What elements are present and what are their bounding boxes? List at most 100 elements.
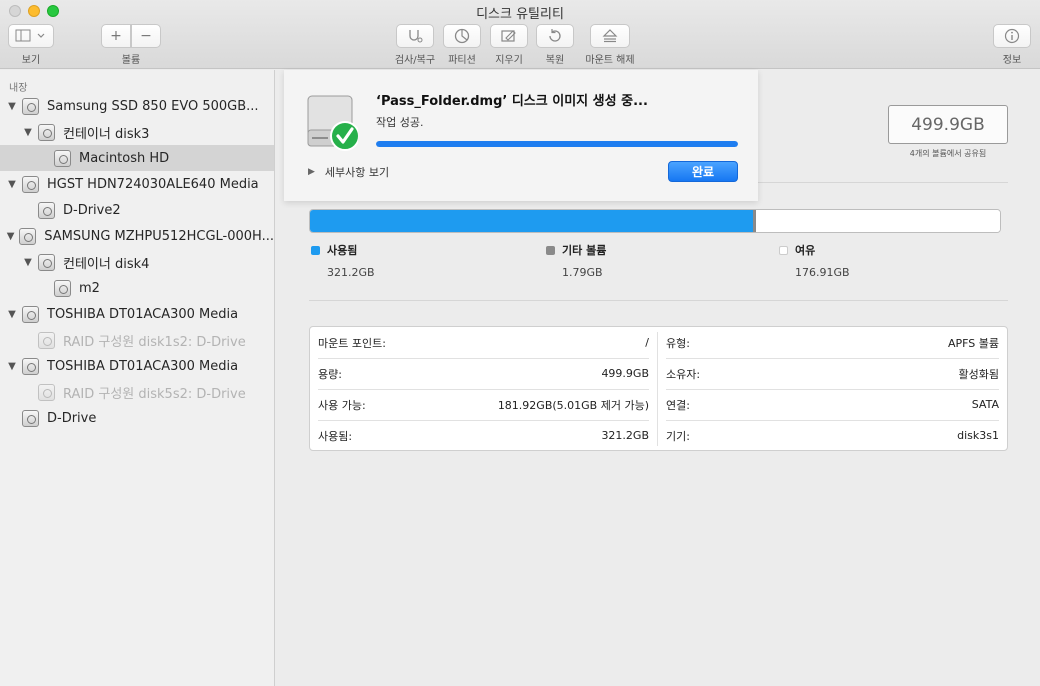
info-label: 소유자: (666, 367, 701, 381)
view-label: 보기 (21, 55, 41, 66)
disk-icon (22, 357, 39, 375)
erase-icon (501, 30, 516, 42)
info-row-mount: 마운트 포인트: / (310, 327, 657, 358)
chevron-down-icon (37, 33, 45, 38)
remove-volume-button[interactable]: − (131, 24, 161, 48)
info-value: disk3s1 (957, 429, 999, 442)
info-row-available: 사용 가능: 181.92GB(5.01GB 제거 가능) (310, 389, 657, 420)
disk-icon (22, 175, 39, 193)
disclosure-triangle-icon[interactable]: ▼ (6, 179, 18, 190)
info-row-used: 사용됨: 321.2GB (310, 420, 657, 451)
sidebar-item[interactable]: ▼ 컨테이너 disk3 (0, 119, 274, 145)
used-segment (310, 210, 754, 232)
sidebar-item[interactable]: Macintosh HD (0, 145, 274, 171)
sidebar-item[interactable]: RAID 구성원 disk5s2: D-Drive (0, 379, 274, 405)
plus-icon: + (110, 28, 122, 44)
erase-button[interactable] (490, 24, 528, 48)
firstaid-label: 검사/복구 (394, 55, 436, 66)
disk-icon (38, 123, 55, 141)
sidebar-item-label: D-Drive (47, 410, 97, 426)
row-divider (666, 389, 999, 390)
partition-button[interactable] (443, 24, 481, 48)
unmount-button[interactable] (590, 24, 630, 48)
row-divider (318, 420, 649, 421)
disk-icon (22, 409, 39, 427)
show-details-toggle[interactable]: ▶ 세부사항 보기 (308, 164, 389, 180)
disk-icon (54, 149, 71, 167)
info-label: 사용됨: (318, 429, 353, 443)
sidebar-section-internal: 내장 (9, 83, 28, 94)
sidebar-item-label: TOSHIBA DT01ACA300 Media (47, 306, 239, 322)
disclosure-triangle-icon: ▶ (308, 167, 315, 177)
disk-icon (38, 383, 55, 401)
progress-fill (376, 141, 738, 147)
toolbar: 디스크 유틸리티 보기 + − 볼륨 검사/복구 파티션 지우기 복원 마운트 … (0, 0, 1040, 69)
sidebar-item[interactable]: ▼ Samsung SSD 850 EVO 500GB... (0, 93, 274, 119)
info-label: 마운트 포인트: (318, 336, 386, 350)
info-value: 321.2GB (601, 429, 649, 442)
sidebar-item-label: 컨테이너 disk3 (63, 126, 150, 142)
used-label: 사용됨 (327, 244, 358, 257)
sidebar: 내장 ▼ Samsung SSD 850 EVO 500GB... ▼ 컨테이너 di… (0, 70, 275, 686)
used-value: 321.2GB (327, 266, 375, 279)
other-label: 기타 볼륨 (562, 244, 607, 257)
view-button[interactable] (8, 24, 54, 48)
done-button[interactable]: 완료 (668, 161, 738, 182)
disk-icon (38, 201, 55, 219)
sidebar-icon (15, 29, 45, 42)
row-divider (666, 420, 999, 421)
sidebar-item[interactable]: ▼ SAMSUNG MZHPU512HCGL-000H... (0, 223, 274, 249)
disk-icon (54, 279, 71, 297)
legend-used: 사용됨 321.2GB (311, 242, 375, 279)
unmount-label: 마운트 해제 (585, 55, 635, 66)
sidebar-item[interactable]: ▼ HGST HDN724030ALE640 Media (0, 171, 274, 197)
minus-icon: − (140, 28, 152, 44)
disclosure-triangle-icon[interactable]: ▼ (6, 361, 18, 372)
sidebar-item-label: Samsung SSD 850 EVO 500GB... (47, 98, 259, 114)
sidebar-item-label: HGST HDN724030ALE640 Media (47, 176, 259, 192)
sheet-status: 작업 성공. (376, 116, 424, 129)
info-row-connection: 연결: SATA (658, 389, 1007, 420)
stethoscope-icon (409, 30, 423, 43)
restore-button[interactable] (536, 24, 574, 48)
sidebar-item[interactable]: ▼ TOSHIBA DT01ACA300 Media (0, 353, 274, 379)
partition-label: 파티션 (448, 55, 476, 66)
free-value: 176.91GB (795, 266, 850, 279)
sidebar-item-label: RAID 구성원 disk1s2: D-Drive (63, 334, 246, 350)
sidebar-item[interactable]: D-Drive (0, 405, 274, 431)
disk-icon (22, 305, 39, 323)
sidebar-item[interactable]: D-Drive2 (0, 197, 274, 223)
info-row-device: 기기: disk3s1 (658, 420, 1007, 451)
sidebar-item[interactable]: ▼ TOSHIBA DT01ACA300 Media (0, 301, 274, 327)
details-label: 세부사항 보기 (324, 166, 390, 179)
firstaid-button[interactable] (396, 24, 434, 48)
info-table: 마운트 포인트: / 용량: 499.9GB 사용 가능: 181.92GB(5… (309, 326, 1008, 451)
disclosure-triangle-icon[interactable]: ▼ (22, 127, 34, 138)
other-value: 1.79GB (562, 266, 603, 279)
disk-icon (22, 97, 39, 115)
progress-sheet: ‘Pass_Folder.dmg’ 디스크 이미지 생성 중... 작업 성공.… (284, 70, 758, 201)
legend-other: 기타 볼륨 1.79GB (546, 242, 606, 279)
restore-icon (549, 29, 561, 42)
restore-label: 복원 (545, 55, 565, 66)
free-segment (755, 210, 1000, 232)
disclosure-triangle-icon[interactable]: ▼ (22, 257, 34, 268)
info-label: 정보 (1002, 55, 1022, 66)
erase-label: 지우기 (495, 55, 523, 66)
sidebar-item-label: 컨테이너 disk4 (63, 256, 150, 272)
sheet-title: ‘Pass_Folder.dmg’ 디스크 이미지 생성 중... (376, 94, 648, 109)
sidebar-item-label: RAID 구성원 disk5s2: D-Drive (63, 386, 246, 402)
sidebar-item-label: Macintosh HD (79, 150, 170, 166)
sidebar-item[interactable]: m2 (0, 275, 274, 301)
info-button[interactable] (993, 24, 1031, 48)
add-volume-button[interactable]: + (101, 24, 131, 48)
disclosure-triangle-icon[interactable]: ▼ (6, 231, 15, 242)
row-divider (318, 358, 649, 359)
sidebar-item[interactable]: ▼ 컨테이너 disk4 (0, 249, 274, 275)
sidebar-item-label: TOSHIBA DT01ACA300 Media (47, 358, 239, 374)
disclosure-triangle-icon[interactable]: ▼ (6, 309, 18, 320)
main-panel: 499.9GB 4개의 볼륨에서 공유됨 사용됨 321.2GB 기타 볼륨 1… (276, 70, 1040, 686)
disclosure-triangle-icon[interactable]: ▼ (6, 101, 18, 112)
info-row-owner: 소유자: 활성화됨 (658, 358, 1007, 389)
sidebar-item[interactable]: RAID 구성원 disk1s2: D-Drive (0, 327, 274, 353)
